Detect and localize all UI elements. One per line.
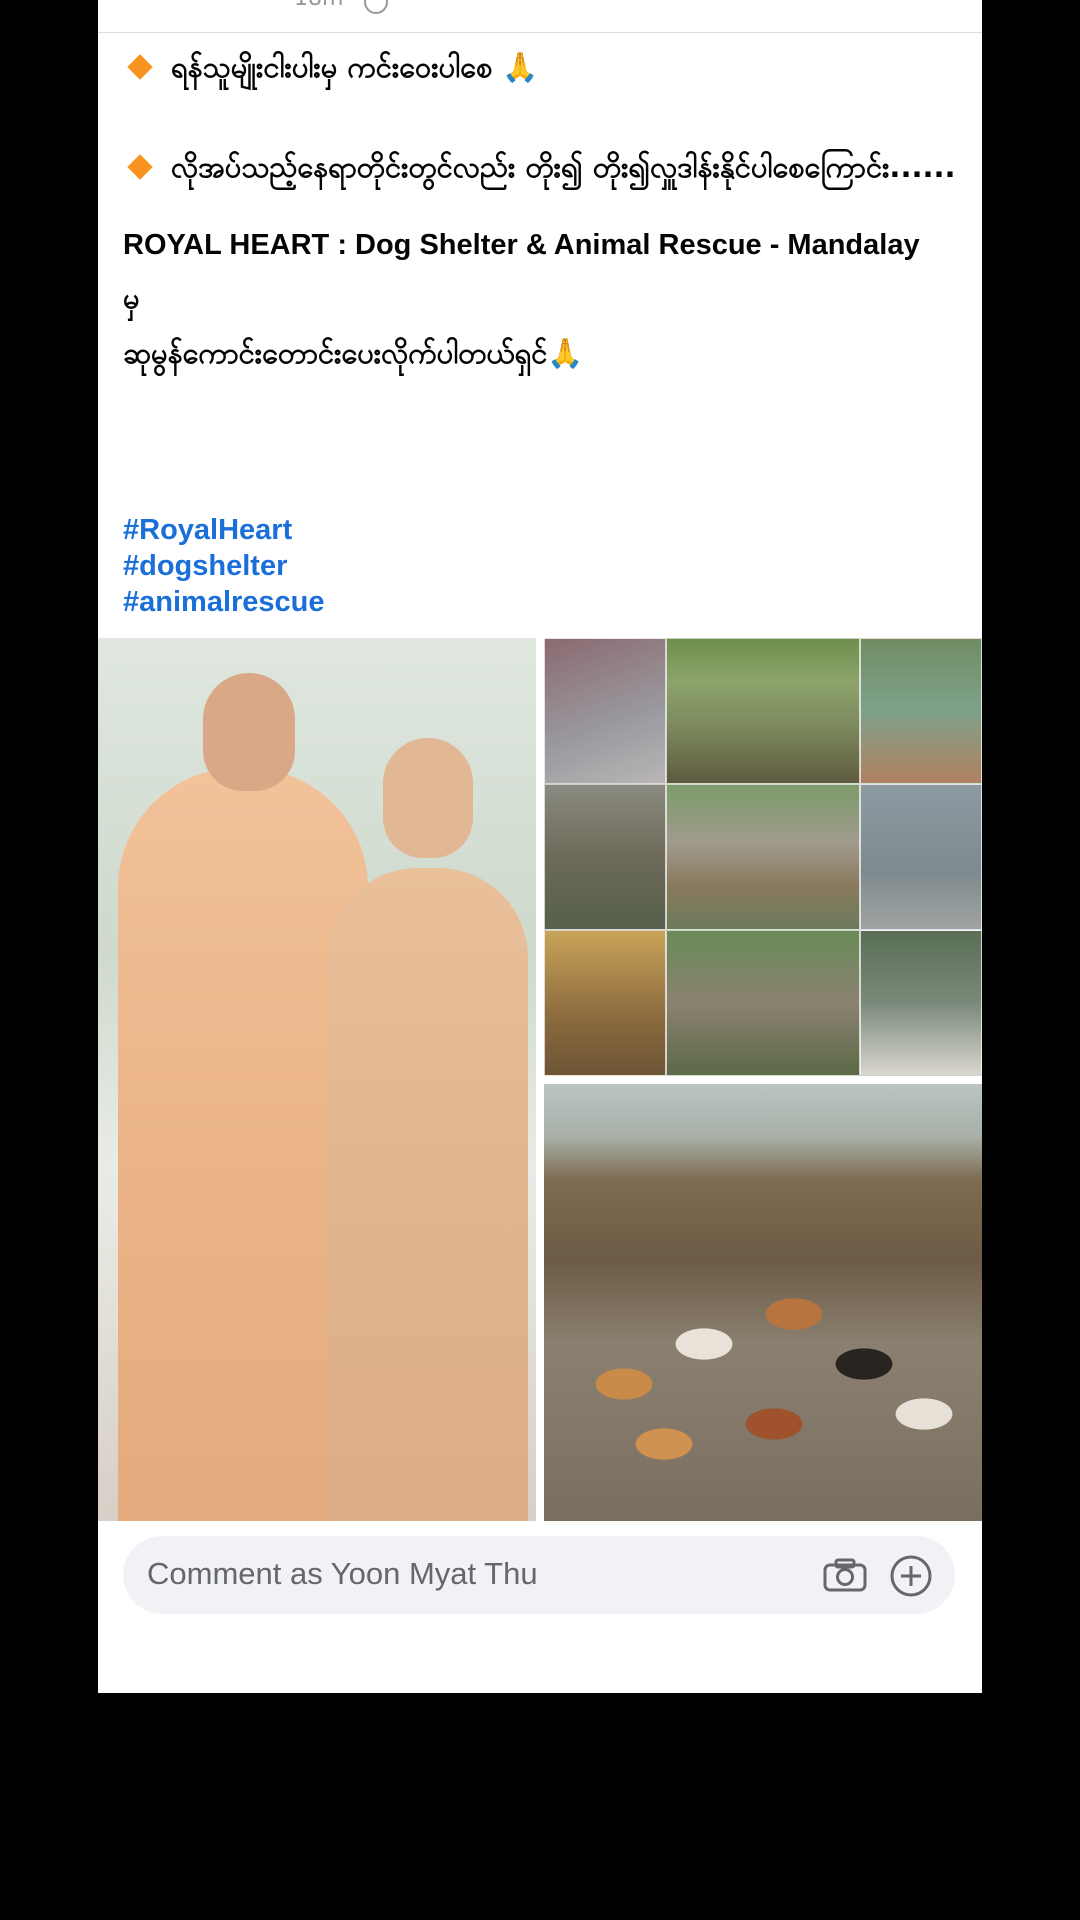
photo-flood-collage[interactable] [544, 638, 982, 1076]
diamond-icon [127, 54, 153, 80]
post-line-4: ဆုမွန်ကောင်းတောင်းပေးလိုက်ပါတယ်ရှင်🙏 [123, 336, 584, 370]
comment-input[interactable]: Comment as Yoon Myat Thu [123, 1536, 955, 1614]
diamond-icon [127, 154, 153, 180]
camera-icon[interactable] [823, 1558, 867, 1592]
post-body: ရန်သူမျိုးငါးပါးမှ ကင်းဝေးပါစေ 🙏 လိုအပ်သ… [123, 40, 963, 380]
hashtag-list: #RoyalHeart #dogshelter #animalrescue [123, 512, 325, 620]
post-card: 18m ရန်သူမျိုးငါးပါးမှ ကင်းဝေးပါစေ 🙏 လို… [98, 0, 982, 1693]
post-line-3: ROYAL HEART : Dog Shelter & Animal Rescu… [123, 229, 920, 315]
post-time: 18m [294, 0, 343, 11]
plus-circle-icon[interactable] [889, 1554, 933, 1598]
post-header: 18m [98, 0, 982, 33]
comment-placeholder: Comment as Yoon Myat Thu [147, 1556, 538, 1591]
hashtag-animalrescue[interactable]: #animalrescue [123, 584, 325, 620]
post-line-1: ရန်သူမျိုးငါးပါးမှ ကင်းဝေးပါစေ 🙏 [123, 40, 963, 94]
photo-dog-shelter[interactable] [544, 1084, 982, 1521]
globe-icon [364, 0, 388, 14]
hashtag-royalheart[interactable]: #RoyalHeart [123, 512, 325, 548]
photo-couple[interactable] [98, 638, 536, 1521]
post-line-2: လိုအပ်သည့်နေရာတိုင်းတွင်လည်း တိုး၍ တိုး၍… [123, 140, 963, 194]
hashtag-dogshelter[interactable]: #dogshelter [123, 548, 325, 584]
photo-grid [98, 638, 982, 1521]
